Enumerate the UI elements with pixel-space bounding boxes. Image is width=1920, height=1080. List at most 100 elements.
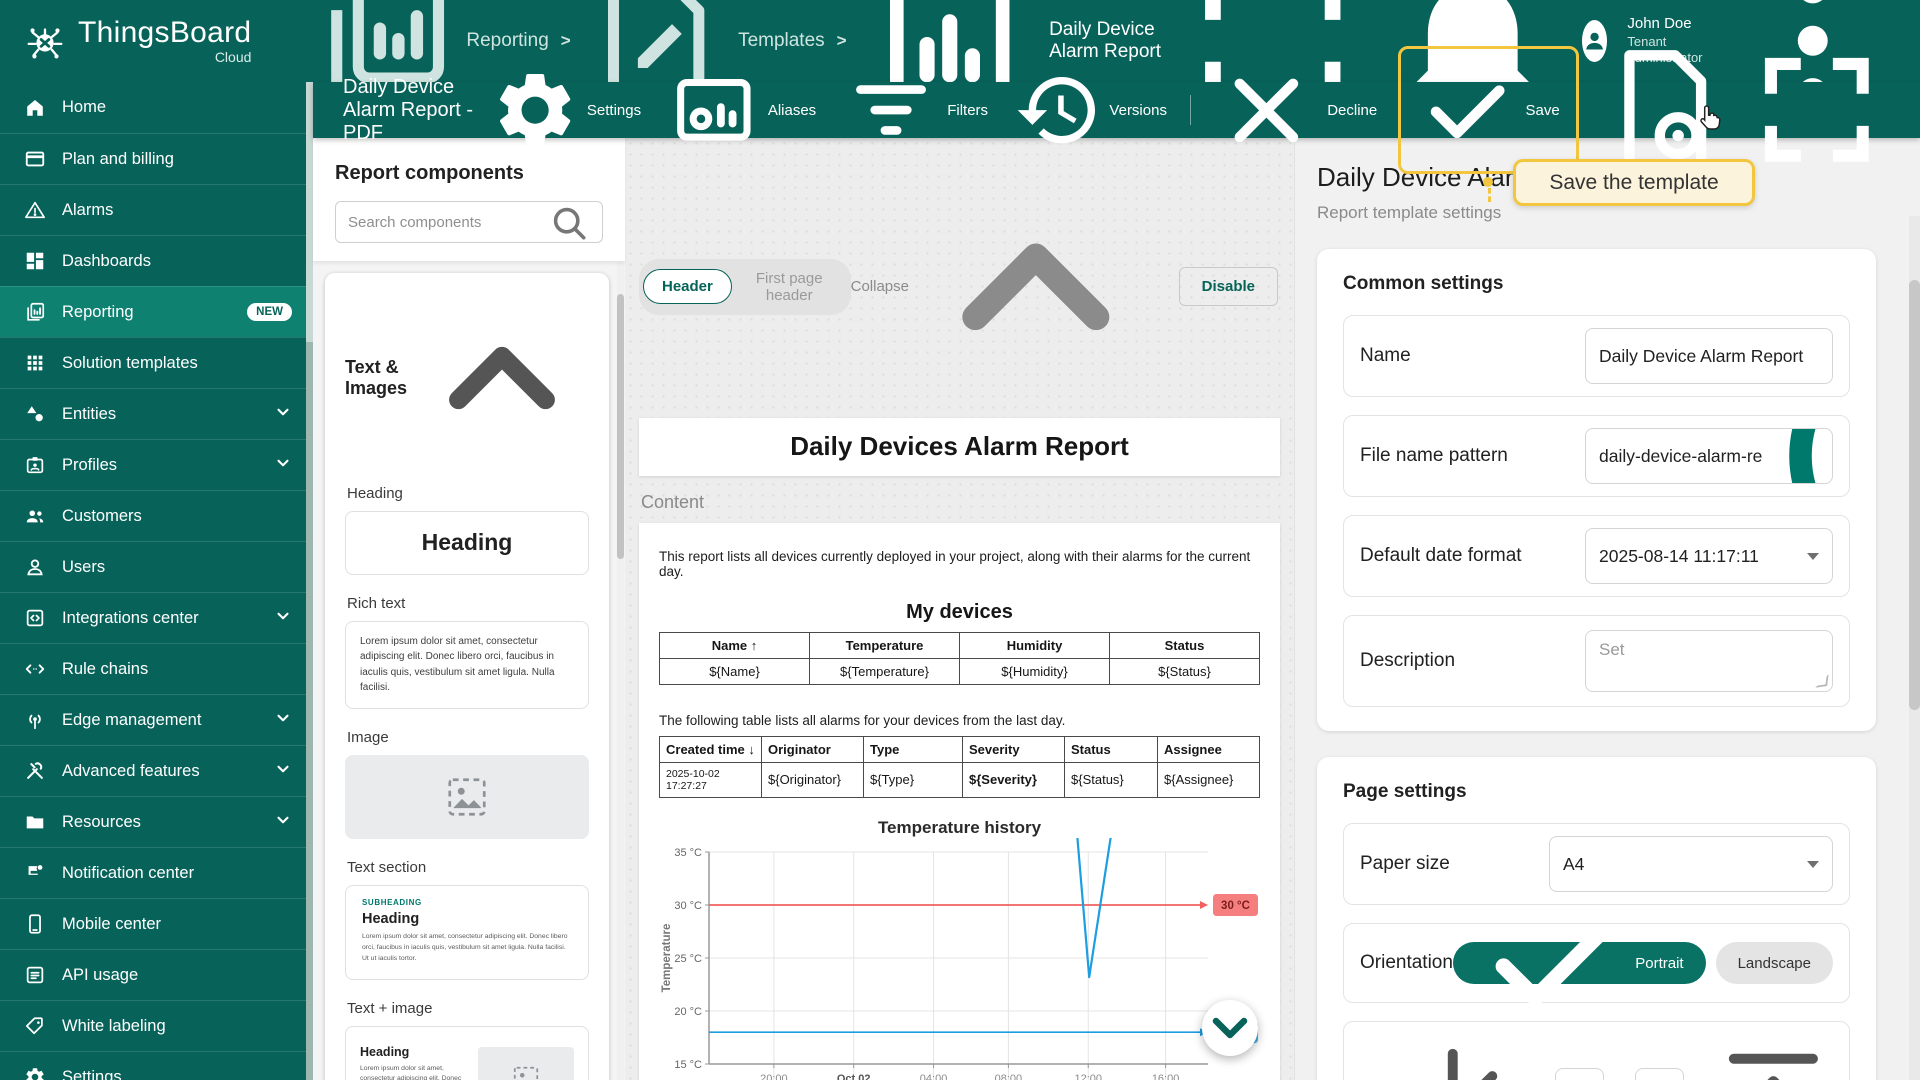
sidebar-item-home[interactable]: Home <box>0 82 306 133</box>
thingsboard-bug-icon <box>22 18 68 64</box>
sidebar-item-api-usage[interactable]: API usage <box>0 949 306 1000</box>
table-row: 2025-10-02 17:27:27 ${Originator} ${Type} $… <box>659 761 1260 798</box>
group-header[interactable]: Text & Images <box>345 291 589 465</box>
caret-down-icon <box>1807 860 1819 868</box>
tab-first-page-header[interactable]: First page header <box>732 262 847 312</box>
component-image[interactable] <box>345 754 589 839</box>
margin-top-input[interactable]: 20 <box>1634 1068 1684 1080</box>
tools-icon <box>24 760 46 782</box>
entities-icon <box>24 403 46 425</box>
margin-left-input[interactable]: 20 <box>1555 1068 1605 1080</box>
temperature-chart-title: Temperature history <box>877 817 1042 837</box>
svg-text:30 °C: 30 °C <box>674 900 702 912</box>
api-icon <box>24 964 46 986</box>
temperature-chart: 35 °C 30 °C 25 °C 20 °C 15 °C 20:00 Oct 02 04:0… <box>661 830 1258 1080</box>
search-components-field[interactable] <box>335 201 603 243</box>
sidebar-scrollbar[interactable] <box>306 82 313 1080</box>
component-text-image[interactable]: Heading Lorem ipsum dolor sit amet, conse… <box>345 1025 589 1080</box>
devices-table-title: My devices <box>906 600 1013 623</box>
search-input[interactable] <box>348 213 547 231</box>
sidebar-item-users[interactable]: Users <box>0 541 306 592</box>
check-icon <box>1417 59 1518 160</box>
settings-panel-subtitle: Report template settings <box>1317 203 1502 222</box>
landscape-button[interactable]: Landscape <box>1715 942 1833 984</box>
sidebar-item-notification-center[interactable]: Notification center <box>0 847 306 898</box>
svg-text:Temperature: Temperature <box>661 923 673 992</box>
sidebar-item-mobile-center[interactable]: Mobile center <box>0 898 306 949</box>
svg-text:25 °C: 25 °C <box>674 953 702 965</box>
sidebar-item-solution-templates[interactable]: Solution templates <box>0 337 306 388</box>
sidebar-item-reporting[interactable]: Reporting NEW <box>0 286 306 337</box>
report-header-section[interactable]: Daily Devices Alarm Report <box>639 417 1280 476</box>
versions-button[interactable]: Versions <box>1001 57 1180 163</box>
editor-fullscreen-button[interactable] <box>1740 33 1894 187</box>
decline-button[interactable]: Decline <box>1200 48 1390 173</box>
caret-down-icon <box>1807 552 1819 560</box>
sidebar-item-entities[interactable]: Entities <box>0 388 306 439</box>
scroll-down-button[interactable] <box>1202 1000 1258 1056</box>
chevron-down-icon <box>274 403 292 426</box>
aliases-icon <box>667 63 761 157</box>
report-content-section[interactable]: This report lists all devices currently … <box>639 522 1280 1080</box>
sidebar-item-settings[interactable]: Settings <box>0 1051 306 1080</box>
save-button[interactable]: Save <box>1404 50 1572 169</box>
name-input[interactable]: Daily Device Alarm Report <box>1585 328 1833 384</box>
component-text-section[interactable]: SUBHEADING Heading Lorem ipsum dolor sit a… <box>345 884 589 980</box>
svg-text:15 °C: 15 °C <box>674 1059 702 1071</box>
breadcrumb-separator: > <box>836 31 847 50</box>
sidebar-item-customers[interactable]: Customers <box>0 490 306 541</box>
fullscreen-icon <box>1748 41 1886 179</box>
settings-scrollbar[interactable] <box>1909 216 1920 1080</box>
thingsboard-logo[interactable]: ThingsBoard Cloud <box>0 18 251 64</box>
new-badge: NEW <box>247 303 292 321</box>
sidebar-item-white-labeling[interactable]: White labeling <box>0 1000 306 1051</box>
chevron-up-icon <box>915 166 1157 408</box>
svg-text:16:00: 16:00 <box>1152 1073 1180 1080</box>
check-icon <box>1475 887 1627 1039</box>
report-intro-text: This report lists all devices currently … <box>659 548 1251 579</box>
margin-top-icon <box>1714 1034 1833 1080</box>
column-header: Created time ↓ <box>659 735 762 763</box>
mobile-icon <box>24 913 46 935</box>
reporting-icon <box>24 301 46 323</box>
header-tabs: Header First page header <box>639 258 851 315</box>
report-components-panel: Report components Text & Images <box>313 138 625 1080</box>
help-icon[interactable] <box>1763 429 1832 483</box>
home-icon <box>24 97 46 119</box>
description-textarea[interactable]: Set <box>1585 630 1833 692</box>
disable-button[interactable]: Disable <box>1178 267 1278 307</box>
sidebar-item-resources[interactable]: Resources <box>0 796 306 847</box>
sidebar-item-profiles[interactable]: Profiles <box>0 439 306 490</box>
component-heading[interactable]: Heading <box>345 510 589 575</box>
collapse-button[interactable]: Collapse <box>851 166 1157 408</box>
user-icon <box>24 556 46 578</box>
date-format-select[interactable]: 2025-08-14 11:17:11 <box>1585 528 1833 584</box>
sidebar-item-rule-chains[interactable]: Rule chains <box>0 643 306 694</box>
template-title: Daily Device Alarm Report - PDF <box>343 75 474 144</box>
integrations-icon <box>24 607 46 629</box>
settings-button[interactable]: Settings <box>477 56 655 164</box>
sidebar-item-dashboards[interactable]: Dashboards <box>0 235 306 286</box>
tab-header[interactable]: Header <box>643 269 732 305</box>
aliases-button[interactable]: Aliases <box>654 54 829 166</box>
sidebar-item-plan-and-billing[interactable]: Plan and billing <box>0 133 306 184</box>
template-toolbar: Daily Device Alarm Report - PDF Settings… <box>313 46 1920 202</box>
column-header: Name ↑ <box>659 631 810 659</box>
gear-icon <box>490 65 580 155</box>
common-settings-card: Common settings Name Daily Device Alarm … <box>1317 249 1876 731</box>
portrait-button[interactable]: Portrait <box>1452 926 1706 1006</box>
thingsboard-app: ThingsBoard Cloud Reporting > Templates > Da… <box>0 0 1920 1080</box>
sidebar-item-advanced-features[interactable]: Advanced features <box>0 745 306 796</box>
filters-button[interactable]: Filters <box>829 52 1001 168</box>
chevron-down-icon <box>1202 1000 1258 1056</box>
sidebar-item-integrations-center[interactable]: Integrations center <box>0 592 306 643</box>
warning-icon <box>24 199 46 221</box>
paper-size-select[interactable]: A4 <box>1549 836 1833 892</box>
components-scrollbar[interactable] <box>617 258 624 1080</box>
sidebar: Home Plan and billing Alarms Dashboards Repo… <box>0 82 306 1080</box>
chevron-down-icon <box>274 454 292 477</box>
file-name-pattern-input[interactable]: daily-device-alarm-re <box>1585 428 1833 484</box>
component-rich-text[interactable]: Lorem ipsum dolor sit amet, consectetur … <box>345 620 589 709</box>
sidebar-item-alarms[interactable]: Alarms <box>0 184 306 235</box>
sidebar-item-edge-management[interactable]: Edge management <box>0 694 306 745</box>
